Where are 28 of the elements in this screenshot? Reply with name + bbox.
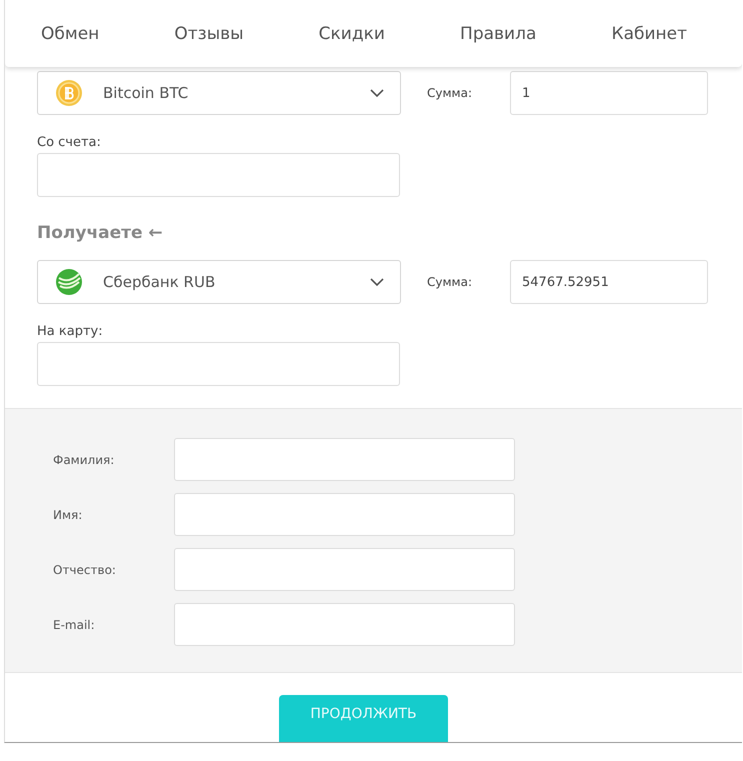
currency-select[interactable]: Bitcoin BTC bbox=[37, 71, 401, 115]
field-label: На карту: bbox=[37, 324, 104, 339]
field-label: Имя: bbox=[53, 508, 84, 522]
coin-icon bbox=[55, 79, 83, 107]
section-heading: Получаете ← bbox=[37, 223, 164, 243]
amount-label: Сумма: bbox=[427, 86, 473, 100]
nav-link[interactable]: Кабинет bbox=[612, 24, 687, 44]
nav-link[interactable]: Скидки bbox=[318, 24, 385, 44]
nav-link[interactable]: Обмен bbox=[41, 24, 100, 44]
input-field[interactable] bbox=[174, 548, 515, 591]
amount-label: Сумма: bbox=[427, 275, 473, 289]
amount-field[interactable]: 1 bbox=[510, 71, 708, 115]
account-field[interactable] bbox=[37, 342, 400, 386]
bank-logo-icon bbox=[55, 268, 83, 296]
field-label: E-mail: bbox=[53, 618, 96, 632]
account-field[interactable] bbox=[37, 153, 400, 197]
chevron-down-icon bbox=[370, 89, 384, 97]
input-field[interactable] bbox=[174, 603, 515, 646]
chevron-down-icon bbox=[370, 278, 384, 286]
currency-select[interactable]: Сбербанк RUB bbox=[37, 260, 401, 304]
field-label: Со счета: bbox=[37, 135, 102, 150]
nav-link[interactable]: Отзывы bbox=[174, 24, 244, 44]
input-field[interactable] bbox=[174, 438, 515, 481]
input-field[interactable] bbox=[174, 493, 515, 536]
amount-field[interactable]: 54767.52951 bbox=[510, 260, 708, 304]
field-label: Отчество: bbox=[53, 562, 117, 576]
nav-link[interactable]: Правила bbox=[460, 24, 536, 44]
field-label: Фамилия: bbox=[53, 452, 116, 466]
